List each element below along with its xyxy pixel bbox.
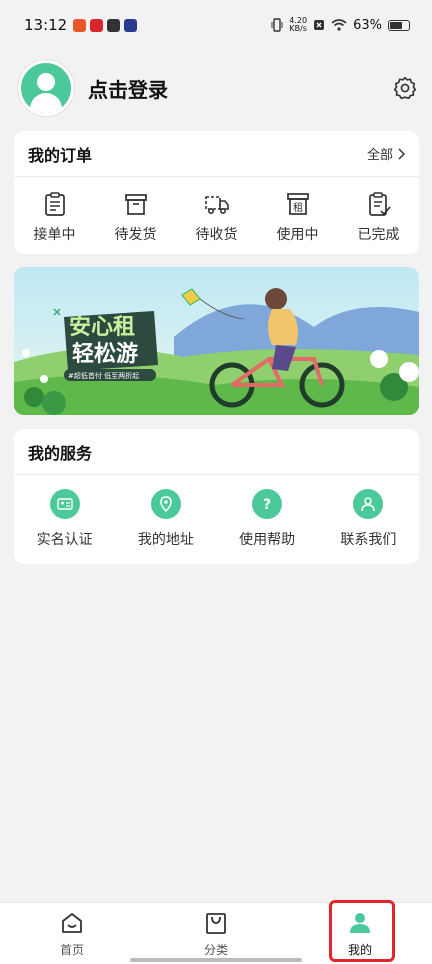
app-notification-icon [107, 18, 121, 32]
truck-icon [204, 196, 229, 214]
home-icon [62, 913, 82, 933]
services-card: 我的服务 实名认证 我的地址 ? 使用帮助 联系我们 [14, 429, 419, 564]
check-clipboard-icon [368, 192, 391, 216]
net-speed: 4.20 KB/s [289, 17, 307, 33]
services-title: 我的服务 [28, 443, 93, 463]
battery-percent: 63% [353, 17, 382, 33]
nav-mine[interactable]: 我的 [288, 903, 432, 964]
service-my-address[interactable]: 我的地址 [118, 489, 214, 549]
home-indicator[interactable] [130, 958, 302, 962]
box-icon [124, 194, 147, 215]
service-label: 我的地址 [137, 532, 194, 548]
nav-category[interactable]: 分类 [144, 903, 288, 964]
id-card-icon [49, 489, 80, 519]
net-speed-unit: KB/s [289, 24, 307, 33]
order-status-in-use[interactable]: 租 使用中 [258, 191, 338, 244]
app-notification-icon [90, 18, 104, 32]
orders-all-label: 全部 [366, 148, 393, 163]
service-label: 实名认证 [36, 532, 93, 548]
app-notification-icon [73, 18, 87, 32]
vibrate-icon [271, 18, 283, 32]
status-bar: 13:12 4.20 KB/s 63% [0, 0, 432, 50]
service-help[interactable]: ? 使用帮助 [219, 489, 315, 549]
service-contact-us[interactable]: 联系我们 [320, 489, 416, 549]
order-status-label: 接单中 [33, 227, 76, 243]
chevron-right-icon [398, 147, 405, 160]
battery-icon [388, 19, 410, 31]
sim-icon [314, 20, 325, 30]
bottom-nav: 首页 分类 我的 [0, 902, 432, 964]
banner-tagline: #超低首付 低至两折起 [68, 371, 139, 380]
order-status-completed[interactable]: 已完成 [339, 191, 419, 244]
clipboard-icon [44, 192, 65, 216]
service-real-name-auth[interactable]: 实名认证 [17, 489, 113, 549]
nav-home-label: 首页 [59, 943, 84, 957]
order-status-label: 待发货 [114, 227, 157, 243]
contact-icon [353, 489, 384, 519]
nav-mine-label: 我的 [347, 943, 372, 957]
nav-category-label: 分类 [203, 943, 228, 957]
location-pin-icon [150, 489, 181, 519]
orders-all-link[interactable]: 全部 [367, 144, 405, 163]
order-status-label: 使用中 [276, 227, 319, 243]
login-link[interactable]: 点击登录 [88, 74, 168, 103]
avatar[interactable] [18, 60, 74, 116]
orders-title: 我的订单 [28, 145, 93, 165]
banner-illustration: 安心租 轻松游 #超低首付 低至两折起 [14, 267, 419, 415]
help-glyph: ? [263, 497, 271, 513]
bag-icon [206, 913, 226, 934]
order-status-label: 待收货 [195, 227, 238, 243]
services-header: 我的服务 [14, 429, 419, 475]
wifi-icon [331, 19, 347, 31]
profile-header: 点击登录 [18, 58, 418, 118]
order-status-receiving[interactable]: 接单中 [15, 191, 95, 244]
status-time: 13:12 [24, 16, 68, 34]
app-notification-icon [124, 18, 138, 32]
banner-headline-1: 安心租 [69, 314, 135, 340]
orders-card: 我的订单 全部 接单中 待发货 待收货 租 使用中 已完成 [14, 131, 419, 254]
order-status-to-ship[interactable]: 待发货 [96, 191, 176, 244]
order-status-to-receive[interactable]: 待收货 [177, 191, 257, 244]
rent-glyph: 租 [293, 201, 303, 214]
service-label: 使用帮助 [239, 532, 296, 548]
promo-banner[interactable]: 安心租 轻松游 #超低首付 低至两折起 [14, 267, 419, 415]
rent-icon: 租 [286, 193, 309, 215]
user-icon [350, 913, 370, 933]
gear-icon[interactable] [392, 75, 418, 101]
help-icon: ? [252, 489, 283, 519]
orders-header: 我的订单 全部 [14, 131, 419, 177]
nav-home[interactable]: 首页 [0, 903, 144, 964]
service-label: 联系我们 [340, 532, 397, 548]
banner-headline-2: 轻松游 [72, 341, 138, 367]
order-status-label: 已完成 [357, 227, 400, 243]
